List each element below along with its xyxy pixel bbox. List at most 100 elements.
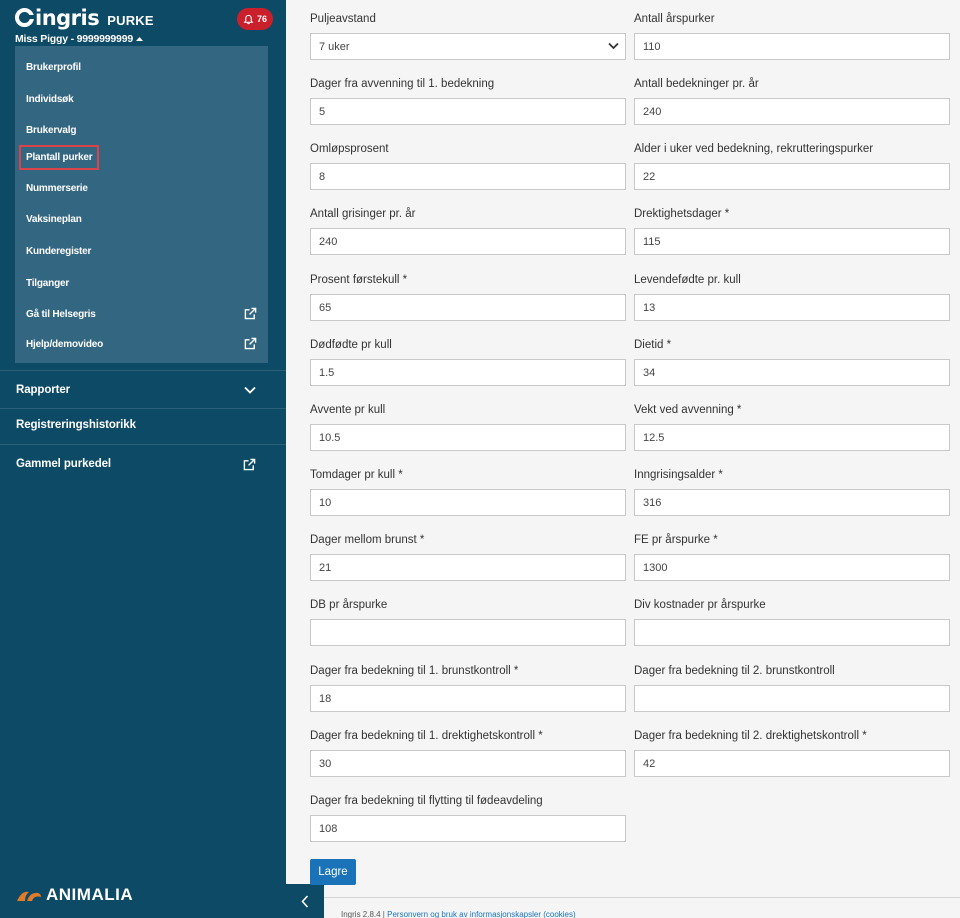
inngrisingsalder-input[interactable]: 316	[634, 489, 950, 516]
field-label: Vekt ved avvenning *	[634, 404, 742, 416]
field-db-arspurke: DB pr årspurke	[310, 599, 626, 646]
field-antall-bedekninger: Antall bedekninger pr. år 240	[634, 78, 950, 125]
fe-arspurke-input[interactable]: 1300	[634, 554, 950, 581]
animalia-mark-icon	[17, 891, 41, 901]
field-label: Dietid *	[634, 339, 672, 351]
notifications-button[interactable]: 76	[237, 8, 273, 30]
menu-item-helsegris[interactable]: Gå til Helsegris	[15, 298, 268, 330]
logo-wordmark: ingris	[15, 6, 100, 30]
field-inngrisingsalder: Inngrisingsalder * 316	[634, 469, 950, 516]
field-label: Dager fra bedekning til 2. drektighetsko…	[634, 730, 867, 742]
dager-mellom-brunst-input[interactable]: 21	[310, 554, 626, 581]
field-antall-grisinger: Antall grisinger pr. år 240	[310, 208, 626, 255]
field-bedekning-2-brunstkontroll: Dager fra bedekning til 2. brunstkontrol…	[634, 665, 950, 712]
ingris-logo[interactable]: ingris PURKE	[15, 6, 154, 30]
field-div-kostnader: Div kostnader pr årspurke	[634, 599, 950, 646]
field-dager-avvenning-bedekning: Dager fra avvenning til 1. bedekning 5	[310, 78, 626, 125]
field-label: Dødfødte pr kull	[310, 339, 392, 351]
animalia-logo: ANIMALIA	[16, 885, 133, 905]
drektighetsdager-input[interactable]: 115	[634, 228, 950, 255]
prosent-forstekull-input[interactable]: 65	[310, 294, 626, 321]
flytting-fodeavdeling-input[interactable]: 108	[310, 815, 626, 842]
bedekning-2-drektighetskontroll-input[interactable]: 42	[634, 750, 950, 777]
menu-item-vaksineplan[interactable]: Vaksineplan	[15, 203, 268, 235]
external-link-icon	[244, 337, 257, 350]
field-label: Dager fra bedekning til 1. drektighetsko…	[310, 730, 543, 742]
sidebar-divider	[0, 444, 286, 445]
field-label: FE pr årspurke *	[634, 534, 718, 546]
field-levendefodte: Levendefødte pr. kull 13	[634, 274, 950, 321]
tomdager-input[interactable]: 10	[310, 489, 626, 516]
footer-divider	[324, 897, 960, 898]
bedekning-1-brunstkontroll-input[interactable]: 18	[310, 685, 626, 712]
user-dropdown-menu: Brukerprofil Individsøk Brukervalg Plant…	[15, 46, 268, 363]
caret-up-icon	[135, 37, 143, 41]
puljeavstand-select[interactable]: 7 uker	[310, 33, 626, 60]
menu-item-hjelp-demovideo[interactable]: Hjelp/demovideo	[15, 328, 268, 360]
levendefodte-input[interactable]: 13	[634, 294, 950, 321]
version-text: Ingris 2.8.4 |	[341, 910, 385, 918]
antall-grisinger-input[interactable]: 240	[310, 228, 626, 255]
field-label: Avvente pr kull	[310, 404, 386, 416]
dodfodte-input[interactable]: 1.5	[310, 359, 626, 386]
vekt-avvenning-input[interactable]: 12.5	[634, 424, 950, 451]
user-label: Miss Piggy - 9999999999	[15, 33, 133, 45]
privacy-link[interactable]: Personvern og bruk av informasjonskapsle…	[387, 910, 576, 918]
omlopsprosent-input[interactable]: 8	[310, 163, 626, 190]
chevron-left-icon	[301, 894, 309, 908]
field-label: Dager mellom brunst *	[310, 534, 425, 546]
chevron-down-icon	[608, 42, 619, 50]
field-label: Alder i uker ved bedekning, rekruttering…	[634, 143, 874, 155]
menu-item-kunderegister[interactable]: Kunderegister	[15, 235, 268, 267]
field-flytting-fodeavdeling: Dager fra bedekning til flytting til fød…	[310, 795, 626, 842]
field-omlopsprosent: Omløpsprosent 8	[310, 143, 626, 190]
logo-g-icon	[15, 8, 35, 27]
field-dager-mellom-brunst: Dager mellom brunst * 21	[310, 534, 626, 581]
dietid-input[interactable]: 34	[634, 359, 950, 386]
nav-gammel-purkedel[interactable]: Gammel purkedel	[0, 446, 286, 482]
field-label: Dager fra bedekning til 1. brunstkontrol…	[310, 665, 519, 677]
field-label: Antall årspurker	[634, 13, 715, 25]
alder-uker-bedekning-input[interactable]: 22	[634, 163, 950, 190]
nav-rapporter[interactable]: Rapporter	[0, 372, 286, 408]
field-label: Antall bedekninger pr. år	[634, 78, 759, 90]
field-label: Dager fra bedekning til 2. brunstkontrol…	[634, 665, 835, 677]
field-label: Div kostnader pr årspurke	[634, 599, 766, 611]
chevron-down-icon	[244, 386, 256, 394]
nav-registreringshistorikk[interactable]: Registreringshistorikk	[0, 407, 286, 443]
menu-item-brukerprofil[interactable]: Brukerprofil	[15, 51, 268, 83]
field-label: Inngrisingsalder *	[634, 469, 723, 481]
field-vekt-avvenning: Vekt ved avvenning * 12.5	[634, 404, 950, 451]
antall-bedekninger-input[interactable]: 240	[634, 98, 950, 125]
save-button[interactable]: Lagre	[310, 859, 356, 885]
menu-item-individsok[interactable]: Individsøk	[15, 83, 268, 115]
div-kostnader-input[interactable]	[634, 619, 950, 646]
logo-subtitle: PURKE	[107, 12, 154, 28]
field-dodfodte: Dødfødte pr kull 1.5	[310, 339, 626, 386]
bedekning-1-drektighetskontroll-input[interactable]: 30	[310, 750, 626, 777]
field-bedekning-1-brunstkontroll: Dager fra bedekning til 1. brunstkontrol…	[310, 665, 626, 712]
field-label: Dager fra avvenning til 1. bedekning	[310, 78, 495, 90]
antall-arspurker-input[interactable]: 110	[634, 33, 950, 60]
menu-item-tilganger[interactable]: Tilganger	[15, 267, 268, 299]
db-arspurke-input[interactable]	[310, 619, 626, 646]
dager-avvenning-bedekning-input[interactable]: 5	[310, 98, 626, 125]
field-dietid: Dietid * 34	[634, 339, 950, 386]
sidebar: ingris PURKE 76 Miss Piggy - 9999999999 …	[0, 0, 286, 918]
user-menu-toggle[interactable]: Miss Piggy - 9999999999	[15, 33, 143, 45]
field-avvente: Avvente pr kull 10.5	[310, 404, 626, 451]
external-link-icon	[244, 307, 257, 320]
field-label: Drektighetsdager *	[634, 208, 730, 220]
menu-item-plantall-purker[interactable]: Plantall purker	[15, 141, 268, 173]
field-label: Tomdager pr kull *	[310, 469, 403, 481]
field-label: Puljeavstand	[310, 13, 376, 25]
bedekning-2-brunstkontroll-input[interactable]	[634, 685, 950, 712]
field-antall-arspurker: Antall årspurker 110	[634, 13, 950, 60]
field-label: Levendefødte pr. kull	[634, 274, 741, 286]
menu-item-nummerserie[interactable]: Nummerserie	[15, 172, 268, 204]
field-prosent-forstekull: Prosent førstekull * 65	[310, 274, 626, 321]
avvente-input[interactable]: 10.5	[310, 424, 626, 451]
collapse-sidebar-button[interactable]	[286, 884, 324, 918]
field-label: Prosent førstekull *	[310, 274, 408, 286]
page-footer: Ingris 2.8.4 | Personvern og bruk av inf…	[341, 910, 576, 918]
